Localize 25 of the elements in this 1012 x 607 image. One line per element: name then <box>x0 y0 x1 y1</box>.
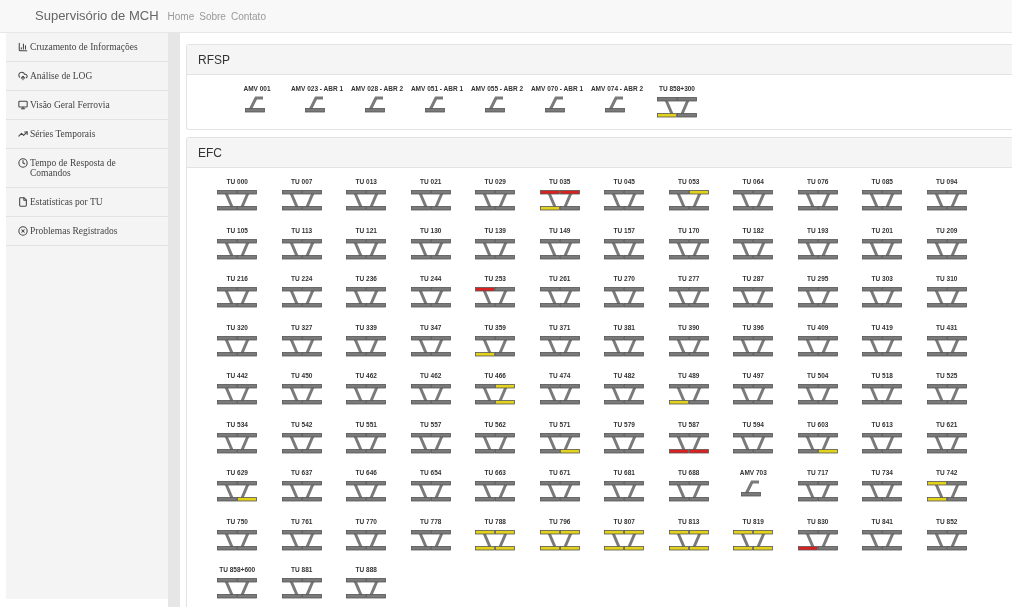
sidebar-label: Estatísticas por TU <box>30 197 103 207</box>
chart-icon <box>18 42 28 52</box>
switch-icon <box>741 480 762 497</box>
switch-icon <box>425 96 445 113</box>
error-icon <box>18 226 28 236</box>
switch-icon <box>605 96 625 113</box>
sidebar-label: Tempo de Resposta de Comandos <box>30 158 117 178</box>
line-chart-icon <box>18 129 28 139</box>
sidebar-label: Visão Geral Ferrovia <box>30 100 110 110</box>
switch-icon <box>305 96 325 113</box>
monitor-icon <box>18 100 28 110</box>
switch-icon <box>365 96 385 113</box>
switch-icon <box>245 96 265 113</box>
switch-icon <box>545 96 565 113</box>
sidebar-label: Problemas Registrados <box>30 226 118 236</box>
sidebar-label: Séries Temporais <box>30 129 96 139</box>
clock-icon <box>18 158 28 168</box>
switch-icon <box>485 96 505 113</box>
cloud-upload-icon <box>18 71 28 81</box>
brand-title[interactable]: Supervisório de MCH <box>35 6 159 26</box>
panel-title: RFSP <box>198 51 230 69</box>
sidebar-label: Análise de LOG <box>30 71 93 81</box>
panel-title: EFC <box>198 144 222 162</box>
file-icon <box>18 197 28 207</box>
sidebar-label: Cruzamento de Informações <box>30 42 138 52</box>
